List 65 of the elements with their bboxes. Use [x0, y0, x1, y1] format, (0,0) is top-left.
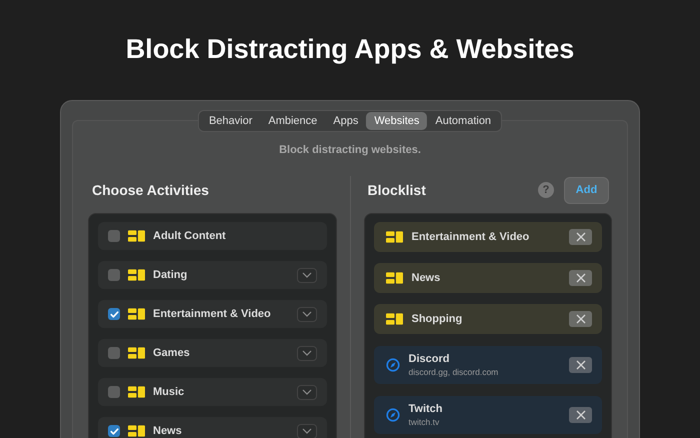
section-title: Choose Activities	[92, 182, 209, 198]
remove-button[interactable]	[569, 270, 592, 286]
activity-label: Adult Content	[153, 230, 227, 242]
activity-row[interactable]: Dating	[98, 261, 326, 289]
category-icon	[128, 269, 145, 281]
tab[interactable]: Behavior	[200, 112, 260, 130]
blocklist-label: News	[412, 272, 442, 284]
activity-label: Dating	[153, 269, 188, 281]
blocklist-label: Shopping	[412, 313, 464, 325]
remove-button[interactable]	[569, 229, 592, 245]
checkbox[interactable]	[108, 347, 120, 359]
close-icon	[576, 314, 586, 324]
remove-button[interactable]	[569, 311, 592, 327]
checkbox[interactable]	[108, 269, 120, 281]
activity-label: Entertainment & Video	[153, 308, 272, 320]
activity-row[interactable]: Games	[98, 339, 326, 367]
chevron-down-icon	[302, 389, 312, 395]
chevron-down-icon	[302, 272, 312, 278]
chevron-down-icon	[302, 350, 312, 356]
activity-row[interactable]: Entertainment & Video	[98, 300, 326, 328]
activity-row[interactable]: News	[98, 417, 326, 438]
expand-button[interactable]	[296, 268, 316, 282]
compass-icon	[386, 408, 400, 422]
close-icon	[576, 232, 586, 242]
category-icon	[128, 386, 145, 398]
blocklist-label: Twitch	[408, 403, 444, 415]
category-icon	[386, 272, 402, 284]
checkbox[interactable]	[108, 308, 120, 320]
expand-button[interactable]	[296, 424, 316, 438]
domain-list: twitch.tv	[408, 417, 560, 427]
category-icon	[128, 425, 145, 437]
tab[interactable]: Websites	[366, 112, 428, 130]
chevron-down-icon	[302, 428, 312, 434]
section-title: Blocklist	[368, 182, 426, 198]
blocklist-label: Discord	[408, 353, 450, 365]
remove-button[interactable]	[569, 407, 592, 423]
close-icon	[576, 360, 586, 370]
activity-label: Games	[153, 347, 191, 359]
subtitle: Block distracting websites.	[278, 144, 422, 156]
blocklist-label: Entertainment & Video	[412, 231, 530, 243]
tab[interactable]: Automation	[427, 112, 500, 130]
headline: Block Distracting Apps & Websites	[126, 33, 574, 65]
domain-list: discord.gg, discord.com	[408, 367, 560, 377]
close-icon	[576, 273, 586, 283]
category-icon	[386, 313, 402, 325]
compass-icon	[386, 358, 400, 372]
category-icon	[128, 230, 145, 242]
category-icon	[128, 308, 145, 320]
expand-button[interactable]	[296, 346, 316, 360]
close-icon	[576, 410, 586, 420]
activity-label: Music	[153, 386, 186, 398]
checkbox[interactable]	[108, 425, 120, 437]
expand-button[interactable]	[296, 306, 316, 322]
activity-label: News	[153, 425, 183, 437]
activity-row[interactable]: Music	[98, 378, 326, 406]
remove-button[interactable]	[569, 357, 592, 373]
chevron-down-icon	[302, 311, 312, 317]
checkbox[interactable]	[108, 386, 120, 398]
expand-button[interactable]	[296, 384, 316, 400]
activity-row[interactable]: Adult Content	[98, 222, 326, 250]
category-icon	[386, 231, 402, 243]
tab[interactable]: Ambience	[260, 112, 326, 130]
category-icon	[128, 347, 145, 359]
tab[interactable]: Apps	[325, 112, 366, 130]
checkbox[interactable]	[108, 230, 120, 242]
